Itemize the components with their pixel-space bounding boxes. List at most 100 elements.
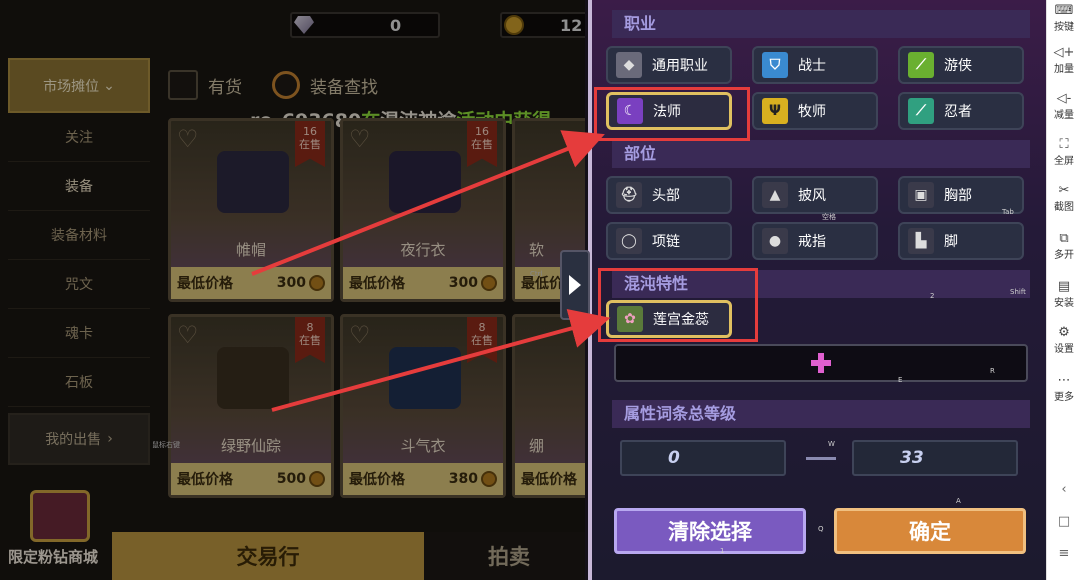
sidebar-item-spells[interactable]: 咒文: [8, 260, 150, 309]
price-bar: 最低价格 300: [343, 267, 503, 299]
key-hint: Ctrl: [530, 270, 543, 278]
price-label: 最低价格: [349, 276, 405, 292]
part-button-ring[interactable]: ● 戒指: [752, 222, 878, 260]
keymap-button[interactable]: ⌨ 按键: [1047, 4, 1080, 34]
item-card[interactable]: 绷 最低价格: [512, 314, 585, 498]
fullscreen-button[interactable]: ⛶ 全屏: [1047, 138, 1080, 168]
item-card[interactable]: ♡ 16 在售 夜行衣 最低价格 300: [340, 118, 506, 302]
stock-badge: 16 在售: [295, 121, 325, 167]
gear-icon: ⚙: [1058, 325, 1070, 340]
screenshot-icon: ✂: [1058, 183, 1070, 198]
more-button[interactable]: ⋯ 更多: [1047, 373, 1080, 404]
in-stock-label: 有货: [208, 77, 242, 98]
home-icon[interactable]: □: [1047, 514, 1080, 529]
class-label: 游侠: [944, 58, 972, 74]
volume-down-button[interactable]: ◁- 减量: [1047, 91, 1080, 122]
install-apk-button[interactable]: ▤ 安装: [1047, 280, 1080, 310]
sidebar-item-materials[interactable]: 装备材料: [8, 211, 150, 260]
gem-counter: 0: [290, 12, 440, 38]
toolbar-label: 加量: [1054, 64, 1074, 75]
toolbar-label: 更多: [1054, 392, 1074, 403]
class-button-ninja[interactable]: ⟋ 忍者: [898, 92, 1024, 130]
more-icon: ⋯: [1057, 373, 1071, 388]
add-trait-slot[interactable]: [614, 344, 1028, 382]
item-name: 帷帽: [235, 241, 266, 259]
range-dash: [806, 457, 836, 460]
class-button-warrior[interactable]: ⛉ 战士: [752, 46, 878, 84]
stock-count: 16: [475, 125, 489, 138]
class-button-ranger[interactable]: ⟋ 游侠: [898, 46, 1024, 84]
price-value: 500: [276, 471, 306, 487]
toolbar-label: 全屏: [1054, 156, 1074, 167]
sidebar-item-follow[interactable]: 关注: [8, 113, 150, 162]
sidebar-header-label: 市场摊位: [43, 78, 100, 95]
equipment-search-label[interactable]: 装备查找: [310, 73, 378, 98]
stock-status: 在售: [299, 334, 321, 347]
part-button-head[interactable]: ⛑ 头部: [606, 176, 732, 214]
night-robe-icon: [389, 151, 461, 213]
volume-down-icon: ◁-: [1056, 91, 1072, 106]
stock-status: 在售: [299, 138, 321, 151]
heart-icon[interactable]: ♡: [349, 321, 371, 349]
search-icon[interactable]: [272, 71, 300, 99]
volume-up-icon: ◁+: [1053, 45, 1075, 60]
key-hint: A: [956, 497, 961, 505]
collapse-panel-button[interactable]: [560, 250, 590, 320]
part-label: 项链: [652, 234, 680, 250]
max-level-input[interactable]: 33: [852, 440, 1018, 476]
class-button-general[interactable]: ◆ 通用职业: [606, 46, 732, 84]
treasure-chest-icon[interactable]: [30, 490, 90, 542]
screenshot-button[interactable]: ✂ 截图: [1047, 183, 1080, 214]
sidebar-item-soul-cards[interactable]: 魂卡: [8, 309, 150, 358]
armor-icon: ▣: [908, 182, 934, 208]
item-name: 夜行衣: [400, 241, 446, 259]
diamond-icon: [294, 16, 314, 34]
volume-up-button[interactable]: ◁+ 加量: [1047, 45, 1080, 76]
boot-icon: ▙: [908, 228, 934, 254]
emulator-toolbar: ⌨ 按键 ◁+ 加量 ◁- 减量 ⛶ 全屏 ✂ 截图 ⧉ 多开 ▤ 安装 ⚙ 设置 ⋯ 更多 ‹ …: [1046, 0, 1080, 580]
settings-button[interactable]: ⚙ 设置: [1047, 325, 1080, 356]
in-stock-checkbox[interactable]: [168, 70, 198, 100]
recents-icon[interactable]: ≡: [1047, 546, 1080, 561]
part-label: 胸部: [944, 188, 972, 204]
part-button-necklace[interactable]: ◯ 项链: [606, 222, 732, 260]
triangle-right-icon: [569, 275, 581, 295]
item-card[interactable]: ♡ 16 在售 帷帽 最低价格 300: [168, 118, 334, 302]
key-hint: Q: [818, 525, 824, 533]
limited-diamond-shop-label[interactable]: 限定粉钻商城: [8, 546, 98, 567]
key-hint: Tab: [1002, 208, 1014, 216]
class-button-priest[interactable]: Ψ 牧师: [752, 92, 878, 130]
key-hint: 2: [930, 292, 935, 300]
section-title-class: 职业: [612, 10, 1030, 38]
price-value: 300: [448, 275, 478, 291]
sidebar-item-slates[interactable]: 石板: [8, 358, 150, 407]
clear-selection-button[interactable]: 清除选择: [614, 508, 806, 554]
market-stall-dropdown[interactable]: 市场摊位 ⌄: [8, 58, 150, 113]
item-card[interactable]: ♡ 8 在售 绿野仙踪 最低价格 500: [168, 314, 334, 498]
my-sales-button[interactable]: 我的出售 ›: [8, 413, 150, 465]
toolbar-label: 设置: [1054, 344, 1074, 355]
plus-icon: [811, 353, 831, 373]
multi-instance-button[interactable]: ⧉ 多开: [1047, 232, 1080, 262]
part-button-feet[interactable]: ▙ 脚: [898, 222, 1024, 260]
coin-icon: [504, 15, 524, 35]
part-button-cloak[interactable]: ▲ 披风: [752, 176, 878, 214]
min-level-input[interactable]: 0: [620, 440, 786, 476]
ring-icon: ●: [762, 228, 788, 254]
sidebar-item-equipment[interactable]: 装备: [8, 162, 150, 211]
filter-bar: 有货 装备查找: [168, 70, 378, 100]
toolbar-label: 按键: [1054, 22, 1074, 33]
heart-icon[interactable]: ♡: [177, 125, 199, 153]
tab-trading-house[interactable]: 交易行: [112, 532, 424, 580]
section-title-attribute-level: 属性词条总等级: [612, 400, 1030, 428]
heart-icon[interactable]: ♡: [349, 125, 371, 153]
price-value: 380: [448, 471, 478, 487]
coin-counter: 12: [500, 12, 585, 38]
item-card[interactable]: ♡ 8 在售 斗气衣 最低价格 380: [340, 314, 506, 498]
confirm-button[interactable]: 确定: [834, 508, 1026, 554]
key-hint: 鼠标右键: [152, 441, 180, 449]
heart-icon[interactable]: ♡: [177, 321, 199, 349]
back-icon[interactable]: ‹: [1047, 482, 1080, 497]
key-hint: E: [898, 376, 903, 384]
tab-auction[interactable]: 拍卖: [424, 532, 585, 580]
